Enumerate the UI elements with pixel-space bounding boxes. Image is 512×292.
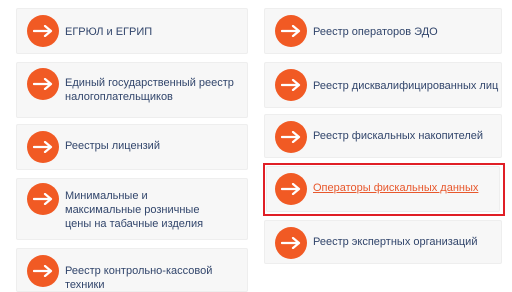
registry-link-cash-registers[interactable]: Реестр контрольно-кассовой техники (16, 248, 248, 292)
registry-link-label: Операторы фискальных данных (313, 182, 479, 194)
arrow-right-icon (275, 121, 307, 153)
registry-link-disqualified-persons[interactable]: Реестр дисквалифицированных лиц (264, 62, 502, 108)
arrow-right-icon (275, 69, 307, 101)
arrow-right-icon (27, 15, 59, 47)
registry-link-tobacco-prices[interactable]: Минимальные и максимальные розничные цен… (16, 178, 248, 240)
registry-link-label: Реестр контрольно-кассовой техники (65, 265, 213, 291)
registry-link-label: Реестр операторов ЭДО (313, 26, 438, 38)
arrow-right-icon (275, 173, 307, 205)
registry-link-licenses[interactable]: Реестры лицензий (16, 124, 248, 170)
registry-link-fiscal-data-operators[interactable]: Операторы фискальных данных (266, 166, 500, 212)
arrow-right-icon (275, 227, 307, 259)
registry-link-label: ЕГРЮЛ и ЕГРИП (65, 26, 153, 38)
registry-link-expert-organizations[interactable]: Реестр экспертных организаций (264, 220, 502, 264)
arrow-right-icon (27, 255, 59, 287)
registry-link-egrul-egrip[interactable]: ЕГРЮЛ и ЕГРИП (16, 8, 248, 54)
registry-link-fiscal-drives[interactable]: Реестр фискальных накопителей (264, 114, 502, 158)
registry-link-label: Реестр фискальных накопителей (313, 130, 484, 142)
registry-link-label: Минимальные и максимальные розничные цен… (65, 190, 204, 230)
arrow-right-icon (27, 131, 59, 163)
registry-links-page: ЕГРЮЛ и ЕГРИП Единый государственный рее… (0, 0, 512, 292)
registry-link-label: Реестр экспертных организаций (313, 236, 478, 248)
registry-link-label: Реестры лицензий (65, 140, 160, 152)
arrow-right-icon (27, 183, 59, 215)
registry-link-taxpayers[interactable]: Единый государственный реестр налогоплат… (16, 62, 248, 118)
registry-link-label: Реестр дисквалифицированных лиц (313, 80, 499, 92)
registry-link-edo-operators[interactable]: Реестр операторов ЭДО (264, 8, 502, 54)
arrow-right-icon (275, 15, 307, 47)
arrow-right-icon (27, 68, 59, 100)
registry-link-label: Единый государственный реестр налогоплат… (65, 77, 234, 103)
